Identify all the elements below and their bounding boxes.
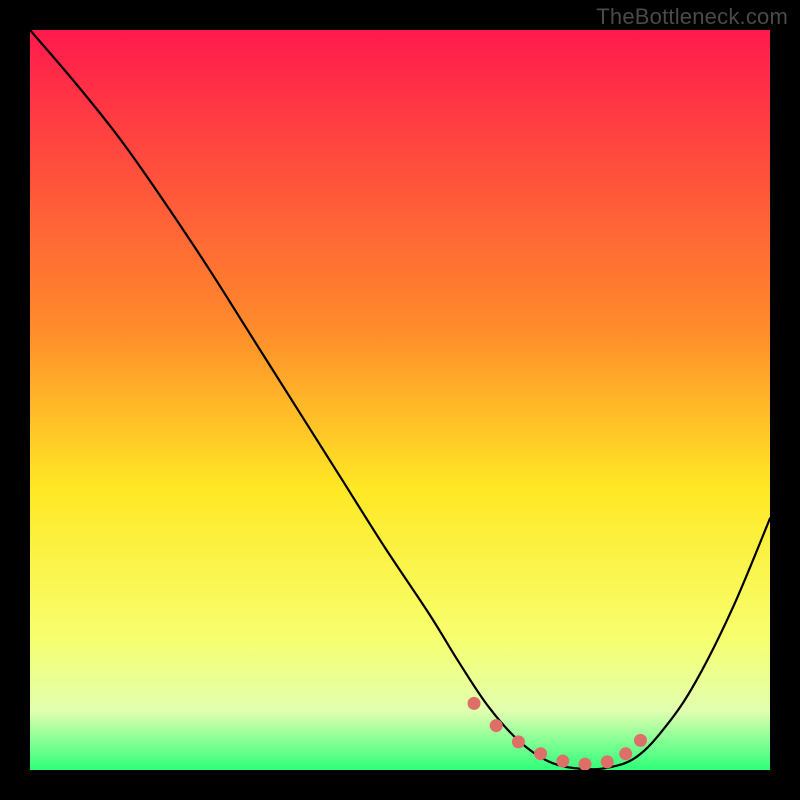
valley-dot (556, 755, 569, 768)
valley-dot (490, 719, 503, 732)
valley-dot (601, 755, 614, 768)
plot-area (30, 30, 770, 770)
gradient-background (30, 30, 770, 770)
chart-svg (30, 30, 770, 770)
valley-dot (512, 735, 525, 748)
valley-dot (579, 758, 592, 770)
valley-dot (534, 747, 547, 760)
valley-dot (619, 747, 632, 760)
chart-container: TheBottleneck.com (0, 0, 800, 800)
valley-dot (634, 734, 647, 747)
valley-dot (468, 697, 481, 710)
watermark-text: TheBottleneck.com (596, 4, 788, 30)
